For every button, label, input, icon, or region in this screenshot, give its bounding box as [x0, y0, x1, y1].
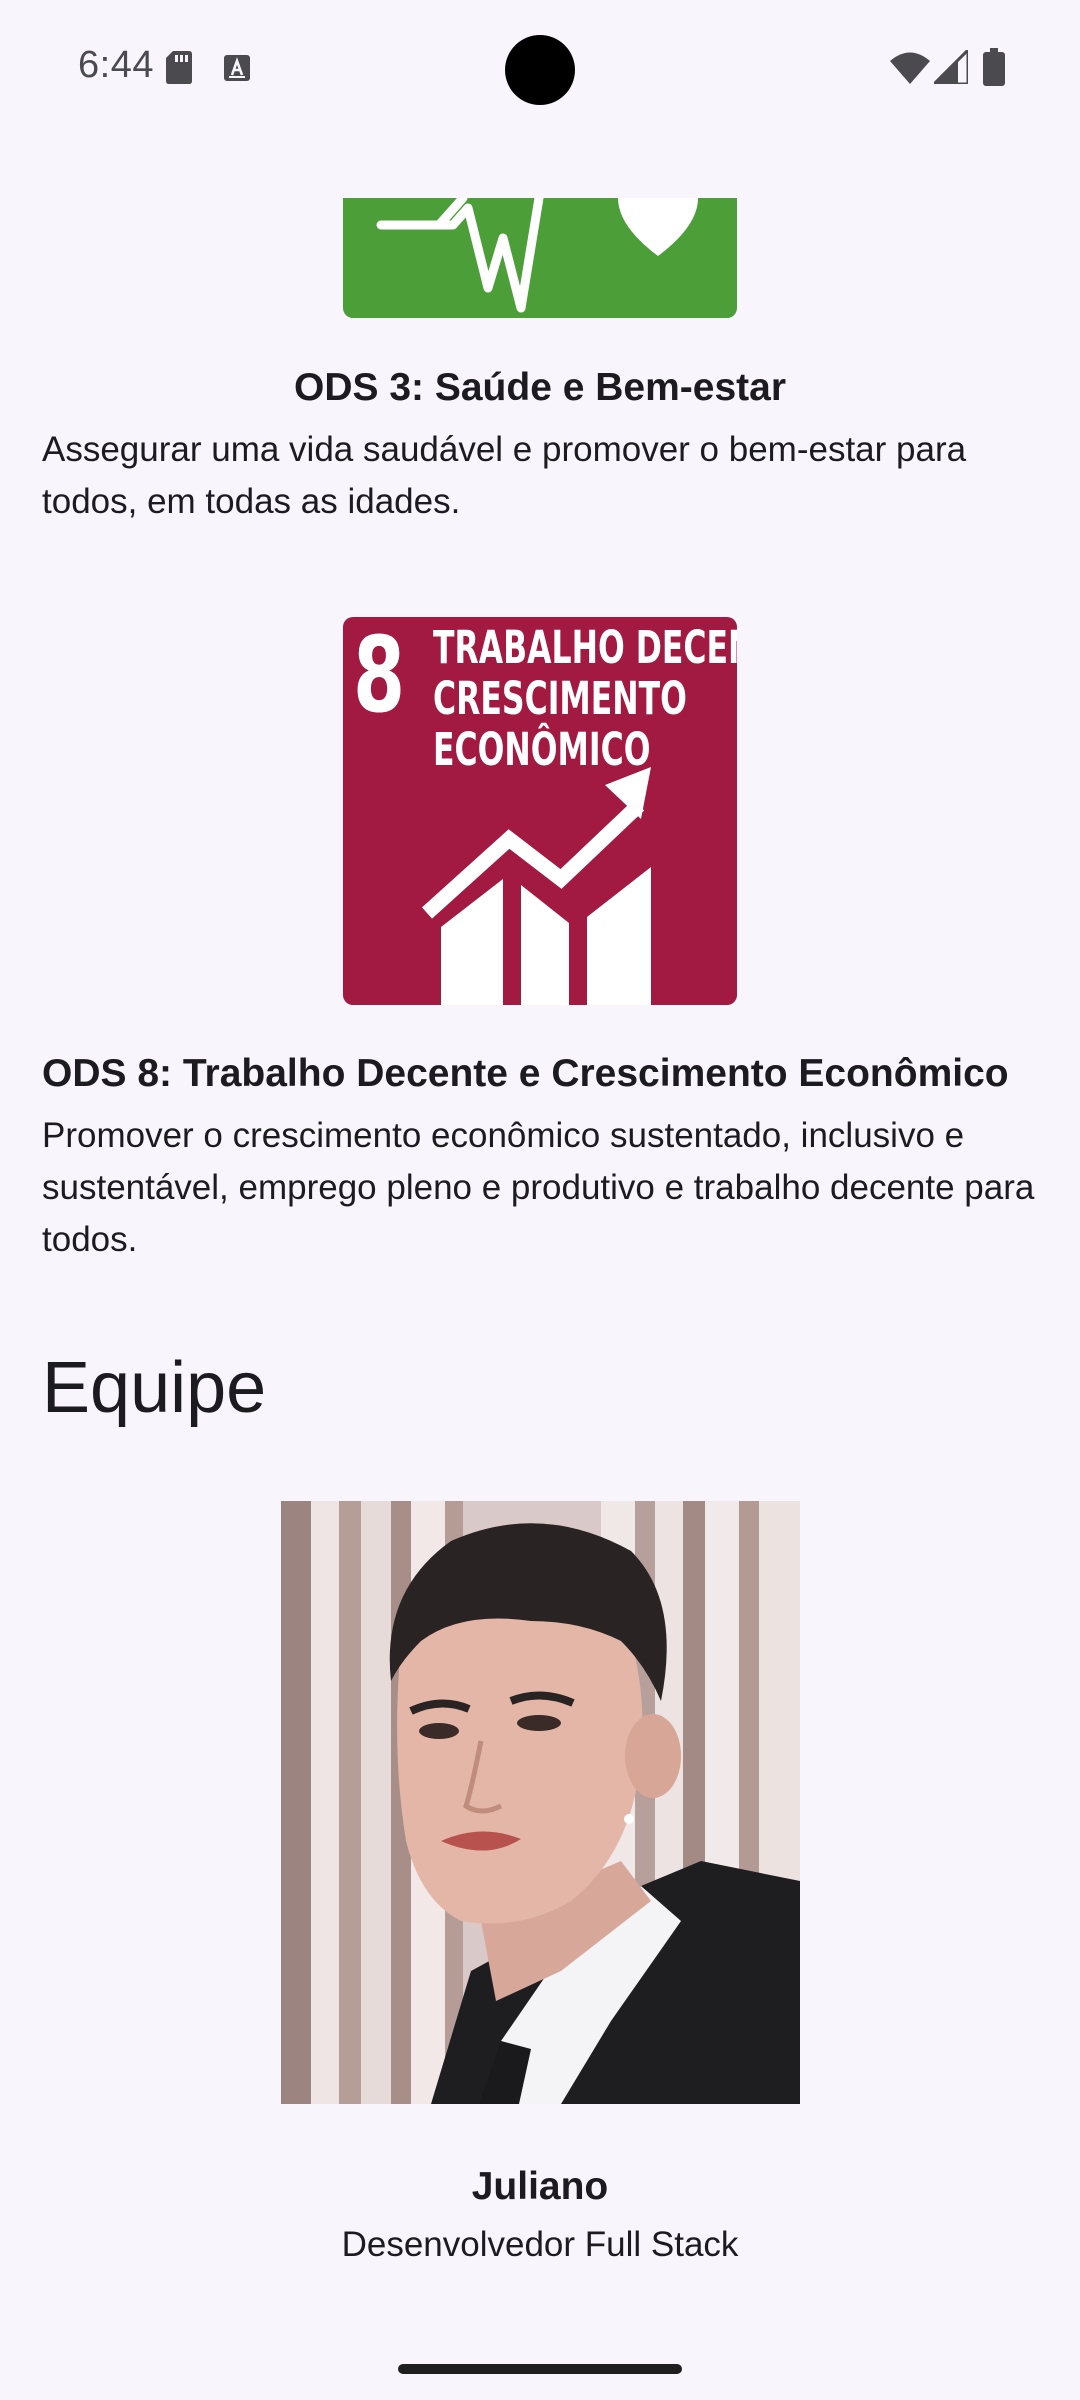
battery-icon [983, 48, 1005, 86]
member-portrait [281, 1501, 800, 2104]
ods-8-title: ODS 8: Trabalho Decente e Crescimento Ec… [42, 1052, 1009, 1095]
camera-cutout [505, 35, 575, 105]
team-heading: Equipe [42, 1348, 267, 1428]
growth-chart-icon [421, 767, 651, 1005]
ods-3-title: ODS 3: Saúde e Bem-estar [293, 366, 786, 409]
app-screen: 6:44 ODS 3: Saúde e Bem-estar Assegurar … [0, 0, 1080, 2400]
ods-3-image [343, 198, 737, 318]
member-name: Juliano [471, 2165, 609, 2208]
ods-8-image: 8 TRABALHO DECENTE E CRESCIMENTO ECONÔMI… [343, 617, 737, 1005]
heartbeat-heart-icon [376, 198, 698, 313]
status-bar: 6:44 [0, 0, 1080, 130]
signal-icon [934, 50, 968, 84]
gesture-nav-handle[interactable] [398, 2364, 682, 2374]
member-role: Desenvolvedor Full Stack [341, 2225, 739, 2264]
ods-3-description: Assegurar uma vida saudável e promover o… [42, 430, 967, 521]
ods-8-description: Promover o crescimento econômico sustent… [42, 1116, 1035, 1259]
member-photo [281, 1501, 800, 2104]
status-time: 6:44 [78, 44, 154, 86]
text-a-icon [224, 55, 250, 81]
sd-card-icon [166, 51, 192, 84]
wifi-icon [890, 52, 930, 84]
